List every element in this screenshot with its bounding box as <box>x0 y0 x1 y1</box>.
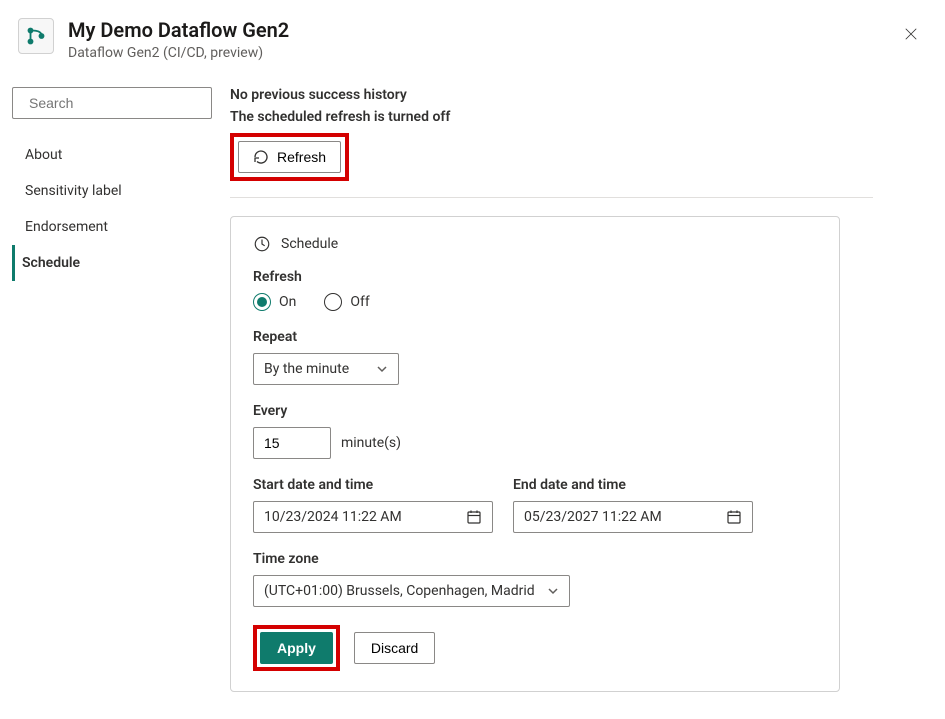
sidebar-item-label: Endorsement <box>25 219 108 235</box>
schedule-card: Schedule Refresh On Off Repeat By the mi… <box>230 216 840 692</box>
discard-button[interactable]: Discard <box>354 632 435 664</box>
sidebar-item-sensitivity-label[interactable]: Sensitivity label <box>12 173 212 209</box>
apply-button[interactable]: Apply <box>260 632 333 664</box>
apply-button-label: Apply <box>277 640 316 656</box>
page-title: My Demo Dataflow Gen2 <box>68 18 895 43</box>
chevron-down-icon <box>376 363 388 375</box>
refresh-icon <box>253 149 269 165</box>
timezone-select[interactable]: (UTC+01:00) Brussels, Copenhagen, Madrid <box>253 575 570 607</box>
every-value-input[interactable] <box>253 427 331 459</box>
sidebar-item-label: About <box>25 147 62 163</box>
calendar-icon <box>726 509 742 525</box>
page-subtitle: Dataflow Gen2 (CI/CD, preview) <box>68 45 895 61</box>
refresh-highlight-box: Refresh <box>230 133 349 181</box>
every-label: Every <box>253 403 817 419</box>
divider <box>230 197 873 198</box>
end-date-input[interactable]: 05/23/2027 11:22 AM <box>513 501 753 533</box>
clock-icon <box>253 235 271 253</box>
repeat-label: Repeat <box>253 329 817 345</box>
apply-highlight-box: Apply <box>253 625 340 671</box>
sidebar-item-label: Sensitivity label <box>25 183 122 199</box>
end-date-value: 05/23/2027 11:22 AM <box>524 509 662 525</box>
sidebar-item-about[interactable]: About <box>12 137 212 173</box>
every-unit-label: minute(s) <box>341 435 401 451</box>
start-date-value: 10/23/2024 11:22 AM <box>264 509 402 525</box>
calendar-icon <box>466 509 482 525</box>
refresh-off-radio[interactable]: Off <box>324 293 369 311</box>
close-button[interactable] <box>895 18 927 50</box>
radio-on-label: On <box>279 294 296 310</box>
repeat-select[interactable]: By the minute <box>253 353 399 385</box>
timezone-label: Time zone <box>253 551 817 567</box>
refresh-button[interactable]: Refresh <box>238 141 341 173</box>
sidebar-item-label: Schedule <box>22 255 80 271</box>
timezone-value: (UTC+01:00) Brussels, Copenhagen, Madrid <box>264 583 535 599</box>
start-date-input[interactable]: 10/23/2024 11:22 AM <box>253 501 493 533</box>
scheduled-off-message: The scheduled refresh is turned off <box>230 109 873 125</box>
search-field[interactable] <box>27 94 212 112</box>
sidebar-item-schedule[interactable]: Schedule <box>12 245 212 281</box>
start-date-label: Start date and time <box>253 477 493 493</box>
sidebar: About Sensitivity label Endorsement Sche… <box>12 87 212 692</box>
main-content: No previous success history The schedule… <box>212 87 933 692</box>
repeat-value: By the minute <box>264 361 349 377</box>
radio-on-icon <box>253 293 271 311</box>
no-history-message: No previous success history <box>230 87 873 103</box>
refresh-button-label: Refresh <box>277 149 326 165</box>
sidebar-item-endorsement[interactable]: Endorsement <box>12 209 212 245</box>
radio-off-icon <box>324 293 342 311</box>
end-date-label: End date and time <box>513 477 753 493</box>
chevron-down-icon <box>547 585 559 597</box>
discard-button-label: Discard <box>371 640 418 656</box>
refresh-field-label: Refresh <box>253 269 817 285</box>
radio-off-label: Off <box>350 294 369 310</box>
search-input[interactable] <box>12 87 212 119</box>
refresh-on-radio[interactable]: On <box>253 293 296 311</box>
dataflow-icon <box>18 18 54 54</box>
schedule-section-title: Schedule <box>281 236 338 252</box>
